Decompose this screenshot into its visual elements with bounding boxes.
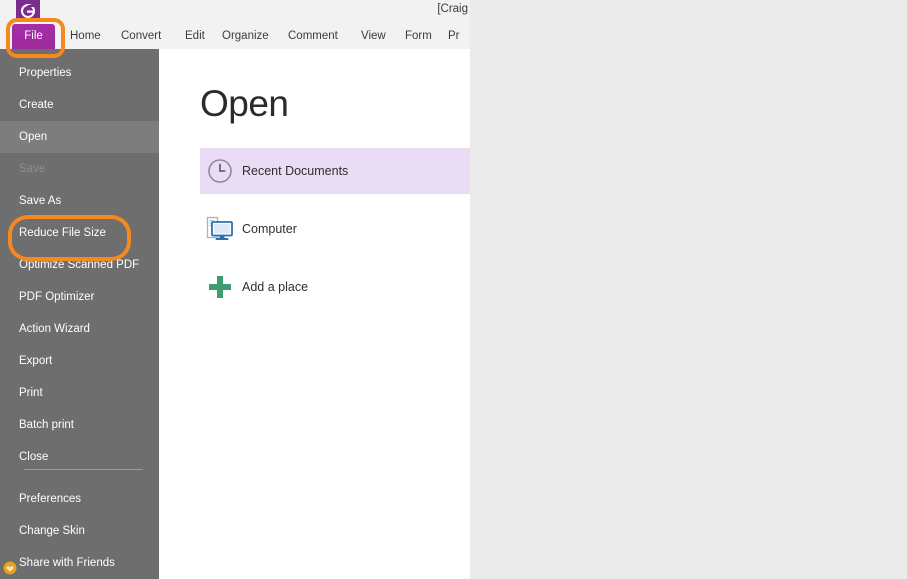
sidebar-item-label: Close: [19, 451, 49, 463]
app-logo-icon: [16, 0, 40, 22]
sidebar-item-batch-print[interactable]: Batch print: [0, 409, 159, 441]
page-title: Open: [200, 83, 289, 124]
tab-file[interactable]: File: [12, 24, 55, 49]
sidebar-item-properties[interactable]: Properties: [0, 57, 159, 89]
sidebar-item-label: Save: [19, 163, 46, 175]
tab-form[interactable]: Form: [405, 24, 432, 49]
sidebar-item-label: Action Wizard: [19, 323, 90, 335]
sidebar-item-export[interactable]: Export: [0, 345, 159, 377]
tab-edit[interactable]: Edit: [185, 24, 205, 49]
tab-organize[interactable]: Organize: [222, 24, 269, 49]
sidebar-item-save-as[interactable]: Save As: [0, 185, 159, 217]
sidebar-item-print[interactable]: Print: [0, 377, 159, 409]
sidebar-item-save: Save: [0, 153, 159, 185]
clock-icon: [206, 157, 234, 185]
sidebar-item-preferences[interactable]: Preferences: [0, 483, 159, 515]
sidebar-item-reduce-file-size[interactable]: Reduce File Size: [0, 217, 159, 249]
file-menu-sidebar: Properties Create Open Save Save As Reduce Fi…: [0, 49, 159, 579]
sidebar-item-create[interactable]: Create: [0, 89, 159, 121]
sidebar-item-label: Share with Friends: [19, 557, 115, 569]
sidebar-item-change-skin[interactable]: Change Skin: [0, 515, 159, 547]
tab-pr[interactable]: Pr: [448, 24, 460, 49]
tab-comment[interactable]: Comment: [288, 24, 338, 49]
tab-view[interactable]: View: [361, 24, 386, 49]
sidebar-item-optimize-scanned-pdf[interactable]: Optimize Scanned PDF: [0, 249, 159, 281]
ribbon-tab-strip: File Home Convert Edit Organize Comment View F…: [0, 24, 470, 50]
sidebar-item-open[interactable]: Open: [0, 121, 159, 153]
place-row-computer[interactable]: Computer: [200, 206, 470, 252]
share-heart-icon: [3, 556, 17, 575]
application-window: [Craig File Home Convert Edit Organize Comme…: [0, 0, 470, 579]
sidebar-item-label: Preferences: [19, 493, 82, 505]
title-bar: [Craig: [0, 0, 470, 24]
sidebar-item-label: Reduce File Size: [19, 227, 106, 239]
plus-icon: [206, 273, 234, 301]
window-title: [Craig: [437, 3, 468, 15]
sidebar-item-close[interactable]: Close: [0, 441, 159, 473]
sidebar-item-label: Change Skin: [19, 525, 85, 537]
place-label: Add a place: [242, 280, 309, 294]
sidebar-item-share-with-friends[interactable]: Share with Friends: [0, 547, 159, 579]
sidebar-item-label: Export: [19, 355, 53, 367]
computer-icon: [206, 215, 234, 243]
sidebar-item-label: Properties: [19, 67, 72, 79]
place-row-recent-documents[interactable]: Recent Documents: [200, 148, 470, 194]
tab-convert[interactable]: Convert: [121, 24, 161, 49]
sidebar-item-label: Print: [19, 387, 43, 399]
place-row-add-a-place[interactable]: Add a place: [200, 264, 470, 310]
open-pane: Open Recent Documents Computer Add a place: [159, 49, 470, 579]
place-label: Computer: [242, 222, 297, 236]
sidebar-item-label: Optimize Scanned PDF: [19, 259, 140, 271]
sidebar-item-label: Create: [19, 99, 54, 111]
sidebar-item-action-wizard[interactable]: Action Wizard: [0, 313, 159, 345]
sidebar-item-label: PDF Optimizer: [19, 291, 95, 303]
sidebar-item-label: Batch print: [19, 419, 74, 431]
sidebar-item-label: Open: [19, 131, 48, 143]
tab-home[interactable]: Home: [70, 24, 101, 49]
desktop-background: [470, 0, 907, 579]
sidebar-item-pdf-optimizer[interactable]: PDF Optimizer: [0, 281, 159, 313]
sidebar-item-label: Save As: [19, 195, 62, 207]
place-label: Recent Documents: [242, 164, 349, 178]
